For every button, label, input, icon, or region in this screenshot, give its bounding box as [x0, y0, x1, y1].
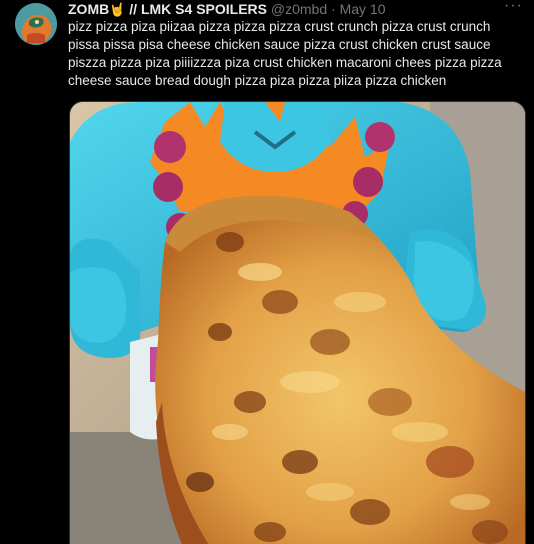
timestamp[interactable]: May 10 [340, 1, 386, 17]
rock-hand-emoji-icon: 🤘 [109, 2, 126, 17]
pizza-photo [70, 102, 525, 544]
user-handle[interactable]: @z0mbd [271, 1, 327, 17]
more-horizontal-icon: ··· [504, 0, 523, 14]
avatar[interactable] [15, 3, 57, 45]
display-name[interactable]: ZOMB🤘 // LMK S4 SPOILERS [68, 1, 267, 17]
tweet-text: pizz pizza piza piizaa pizza pizza pizza… [68, 19, 502, 88]
avatar-image [15, 3, 57, 45]
header-separator: · [331, 1, 336, 17]
tweet-media-image[interactable] [69, 101, 526, 544]
tweet-header: ZOMB🤘 // LMK S4 SPOILERS @z0mbd · May 10 [68, 0, 386, 18]
display-name-text: ZOMB [68, 1, 110, 17]
display-name-suffix: // LMK S4 SPOILERS [125, 1, 267, 17]
tweet[interactable]: ZOMB🤘 // LMK S4 SPOILERS @z0mbd · May 10… [0, 0, 534, 544]
more-button[interactable]: ··· [504, 0, 522, 18]
